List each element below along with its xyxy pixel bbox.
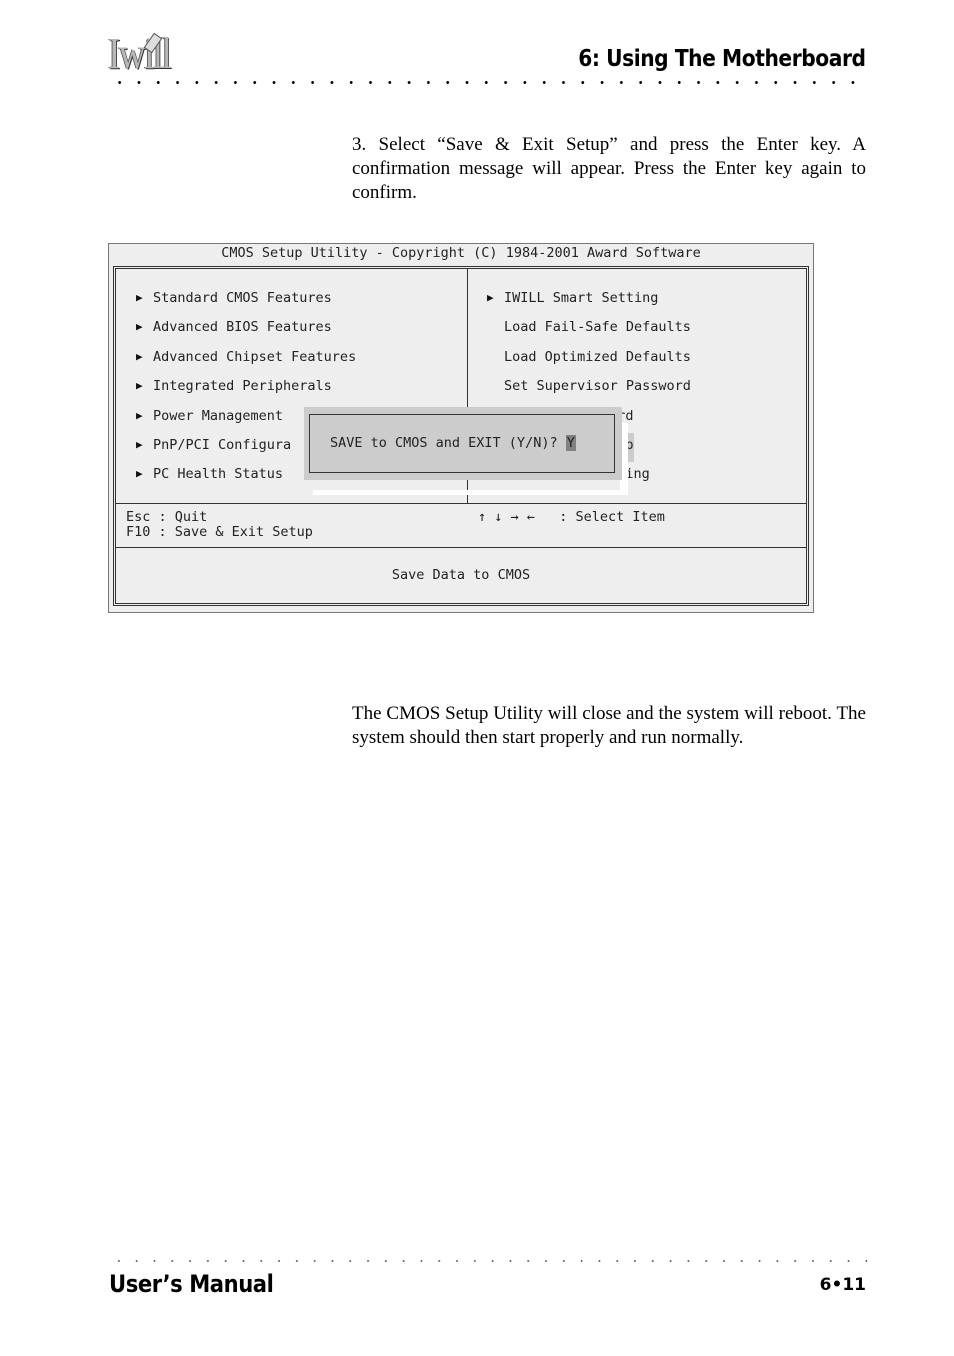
bios-left-menu-item-label: Standard CMOS Features: [153, 290, 332, 306]
menu-bottom-divider: [116, 503, 806, 504]
header-dotted-rule: [110, 81, 870, 84]
hint-esc: Esc : Quit: [126, 509, 208, 525]
bios-right-menu-item[interactable]: ▶Set Supervisor Password: [487, 374, 691, 403]
bios-left-menu-item[interactable]: ▶ Advanced BIOS Features: [136, 315, 356, 344]
submenu-arrow-icon: ▶: [487, 291, 494, 304]
bios-right-menu-item[interactable]: ▶ IWILL Smart Setting: [487, 286, 691, 315]
dialog-prompt: SAVE to CMOS and EXIT (Y/N)?: [330, 435, 566, 451]
bios-status-text: Save Data to CMOS: [391, 567, 531, 583]
bios-left-menu-item-label: PC Health Status: [153, 466, 284, 483]
save-exit-dialog[interactable]: SAVE to CMOS and EXIT (Y/N)? Y: [309, 414, 615, 473]
submenu-arrow-icon: ▶: [136, 379, 143, 393]
bios-left-menu-item-label: Integrated Peripherals: [153, 378, 332, 395]
bios-left-menu-item[interactable]: ▶ Advanced Chipset Features: [136, 345, 356, 374]
bios-left-menu-item[interactable]: ▶ Integrated Peripherals: [136, 374, 356, 403]
step-3-paragraph: 3. Select “Save & Exit Setup” and press …: [352, 134, 866, 203]
submenu-arrow-icon: ▶: [136, 291, 143, 304]
submenu-arrow-icon: ▶: [136, 320, 143, 334]
dialog-input-value[interactable]: Y: [565, 435, 576, 451]
result-paragraph: The CMOS Setup Utility will close and th…: [352, 703, 866, 748]
bios-right-menu-item-label: Load Fail-Safe Defaults: [504, 319, 691, 336]
bios-right-menu-item[interactable]: ▶Load Fail-Safe Defaults: [487, 315, 691, 344]
key-hints-left: Esc : Quit F10 : Save & Exit Setup: [126, 510, 313, 540]
submenu-arrow-icon: ▶: [136, 467, 143, 481]
bios-left-menu-item[interactable]: ▶ Standard CMOS Features: [136, 286, 356, 315]
bios-right-menu-item-label: IWILL Smart Setting: [504, 290, 659, 306]
iwill-logo: Iwill: [108, 32, 181, 76]
bios-right-menu-item-label: Set Supervisor Password: [504, 378, 691, 395]
page-number: 6•11: [819, 1275, 866, 1295]
submenu-arrow-icon: ▶: [136, 437, 143, 451]
footer-dotted-rule: [110, 1260, 870, 1262]
bios-left-menu-item-label: PnP/PCI Configura: [153, 436, 292, 453]
bios-left-menu-item-label: Power Management: [153, 407, 284, 424]
bios-left-menu-item-label: Advanced BIOS Features: [153, 319, 332, 336]
submenu-arrow-icon: ▶: [136, 349, 143, 363]
chapter-title: 6: Using The Motherboard: [578, 46, 867, 72]
bios-right-menu-item-label: Load Optimized Defaults: [504, 348, 691, 365]
bios-left-menu-item-label: Advanced Chipset Features: [153, 348, 357, 365]
dialog-shadow: [313, 490, 628, 495]
submenu-arrow-icon: ▶: [136, 408, 143, 422]
hint-f10: F10 : Save & Exit Setup: [126, 524, 313, 540]
hint-arrows: ↑ ↓ → ← : Select Item: [478, 509, 665, 525]
bios-right-menu-item[interactable]: ▶Load Optimized Defaults: [487, 345, 691, 374]
footer-title: User’s Manual: [109, 1270, 274, 1298]
bios-title: CMOS Setup Utility - Copyright (C) 1984-…: [221, 245, 701, 261]
status-divider: [116, 547, 806, 548]
